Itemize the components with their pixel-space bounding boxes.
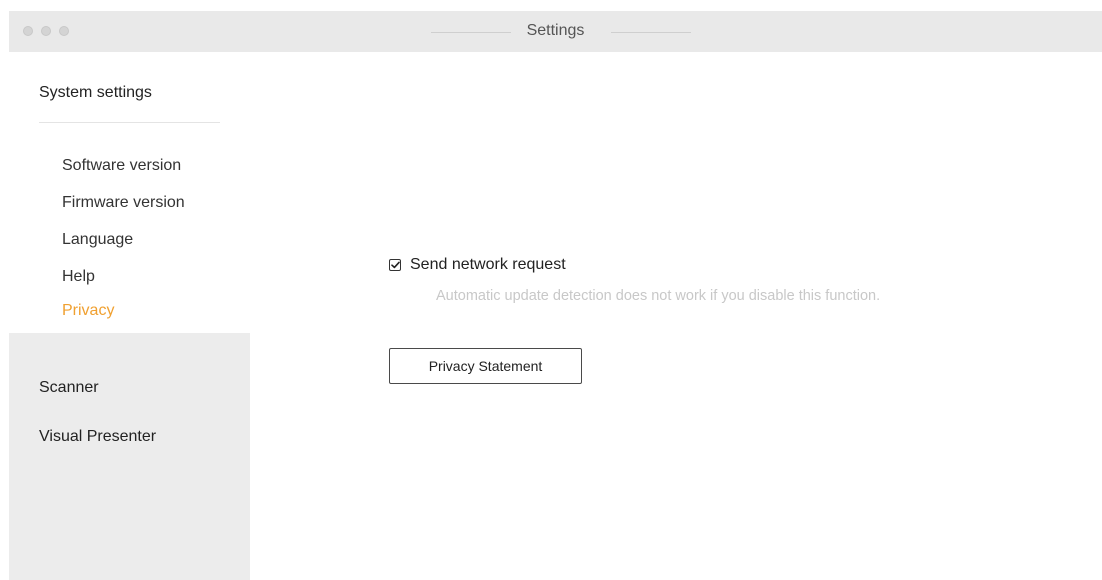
settings-window: Settings System settings Software versio… bbox=[9, 11, 1102, 580]
sidebar: System settings Software version Firmwar… bbox=[9, 52, 250, 580]
title-bar: Settings bbox=[9, 11, 1102, 52]
sidebar-item-privacy[interactable]: Privacy bbox=[62, 302, 114, 320]
sidebar-item-visual-presenter[interactable]: Visual Presenter bbox=[39, 428, 156, 446]
privacy-statement-button[interactable]: Privacy Statement bbox=[389, 348, 582, 384]
checkmark-icon bbox=[390, 261, 400, 269]
sidebar-item-software-version[interactable]: Software version bbox=[62, 157, 181, 175]
sidebar-item-help[interactable]: Help bbox=[62, 268, 95, 286]
sidebar-divider bbox=[39, 122, 220, 123]
window-title: Settings bbox=[526, 22, 585, 39]
screen: Settings System settings Software versio… bbox=[0, 0, 1102, 580]
sidebar-item-system-settings[interactable]: System settings bbox=[39, 84, 152, 102]
sidebar-item-scanner[interactable]: Scanner bbox=[39, 379, 99, 397]
send-network-request-label: Send network request bbox=[410, 256, 566, 273]
send-network-request-checkbox[interactable] bbox=[389, 259, 401, 271]
send-network-request-toggle[interactable]: Send network request bbox=[389, 256, 566, 274]
sidebar-item-firmware-version[interactable]: Firmware version bbox=[62, 194, 185, 212]
title-divider-right bbox=[611, 32, 691, 33]
sidebar-item-language[interactable]: Language bbox=[62, 231, 133, 249]
network-request-hint: Automatic update detection does not work… bbox=[436, 288, 881, 304]
system-settings-group: System settings Software version Firmwar… bbox=[9, 52, 250, 333]
privacy-panel: Send network request Automatic update de… bbox=[250, 52, 1102, 580]
